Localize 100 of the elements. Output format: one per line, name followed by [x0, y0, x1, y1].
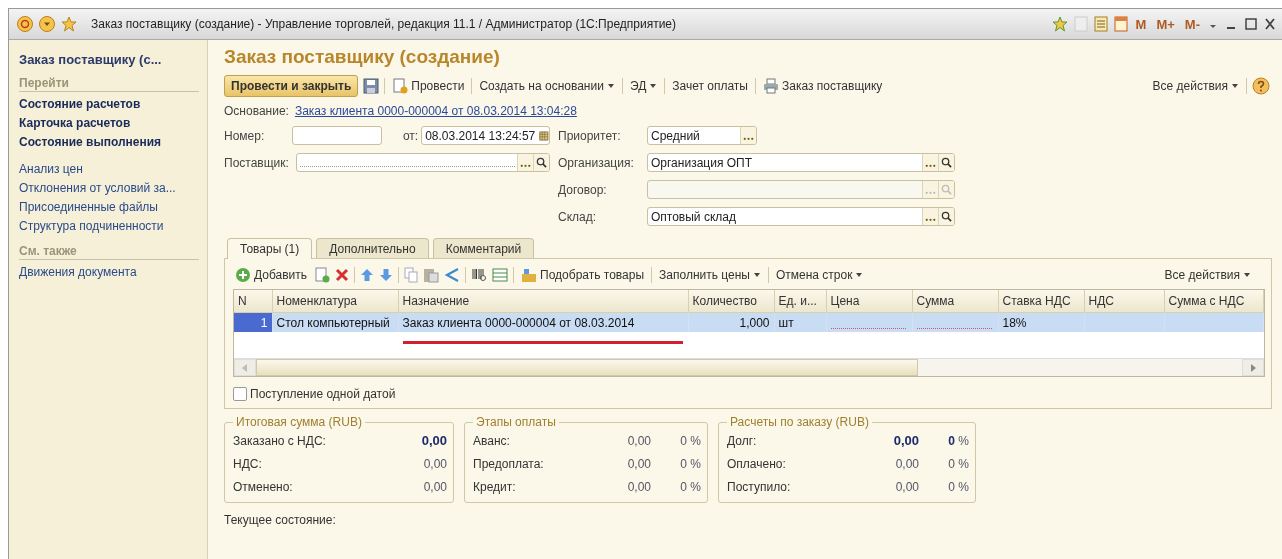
close-icon[interactable]: [1264, 16, 1276, 32]
date-field[interactable]: 08.03.2014 13:24:57: [421, 126, 550, 145]
summary-value: 0,00: [892, 433, 919, 448]
sidebar-link[interactable]: Состояние выполнения: [19, 133, 207, 152]
sidebar-title: Заказ поставщику (с...: [19, 52, 163, 67]
star-icon[interactable]: [1051, 16, 1068, 32]
add-button[interactable]: Добавить: [233, 267, 310, 283]
sidebar-link[interactable]: Анализ цен: [19, 160, 207, 179]
post-and-close-button[interactable]: Провести и закрыть: [224, 75, 359, 97]
post-button[interactable]: Провести: [390, 78, 467, 94]
menu-button[interactable]: Создать на основании: [477, 79, 617, 93]
scroll-left-icon[interactable]: [241, 363, 249, 372]
toolbar-button[interactable]: Зачет оплаты: [670, 79, 750, 93]
all-actions-menu[interactable]: Все действия: [1150, 79, 1241, 93]
basis-link[interactable]: Заказ клиента 0000-000004 от 08.03.2014 13:04:28: [294, 104, 577, 118]
search-icon[interactable]: [938, 208, 954, 225]
sidebar-link[interactable]: Состояние расчетов: [19, 95, 207, 114]
summary-label: Долг:: [727, 433, 758, 448]
table-cell: 1,000: [739, 315, 770, 330]
maximize-icon[interactable]: [1244, 16, 1258, 32]
column-header[interactable]: Назначение: [398, 290, 688, 313]
column-header[interactable]: Количество: [688, 290, 774, 313]
more-icon[interactable]: [517, 154, 533, 171]
column-header[interactable]: Ед. и...: [774, 290, 826, 313]
priority-field[interactable]: Средний: [647, 126, 757, 145]
column-header[interactable]: N: [234, 290, 272, 313]
more-icon[interactable]: [740, 127, 756, 144]
checkbox[interactable]: [233, 387, 247, 401]
scroll-right-icon[interactable]: [1249, 363, 1257, 372]
column-header[interactable]: Сумма с НДС: [1164, 290, 1264, 313]
memory-button[interactable]: M-: [1182, 16, 1202, 32]
more-icon[interactable]: [922, 208, 938, 225]
plus-icon: [235, 267, 251, 283]
summary-value: 0,00: [422, 456, 447, 471]
sidebar-link[interactable]: Отклонения от условий за...: [19, 179, 207, 198]
calculator-icon[interactable]: [1093, 16, 1108, 32]
percent-value: 0 %: [947, 456, 969, 471]
menu-button[interactable]: ЭД: [627, 79, 660, 93]
calendar-icon[interactable]: [1113, 16, 1128, 32]
print-button[interactable]: Заказ поставщику: [761, 78, 885, 94]
search-icon[interactable]: [533, 154, 549, 171]
summary-value: 0,00: [626, 433, 651, 448]
share-icon[interactable]: [444, 267, 461, 283]
summary-value: 0,00: [422, 479, 447, 494]
field-label: Поставщик:: [224, 155, 290, 170]
percent-value: 0 %: [947, 479, 969, 494]
memory-button[interactable]: M+: [1154, 16, 1177, 32]
input-field[interactable]: Организация ОПТ: [647, 153, 955, 172]
field-label: Приоритет:: [558, 128, 622, 143]
sidebar-heading: Перейти: [19, 76, 199, 92]
document-plus-icon[interactable]: [314, 267, 331, 283]
printer-icon: [763, 78, 779, 94]
sidebar-link[interactable]: Структура подчиненности: [19, 217, 207, 236]
sidebar-link[interactable]: Движения документа: [19, 263, 207, 282]
column-header[interactable]: Цена: [826, 290, 912, 313]
tab[interactable]: Товары (1): [227, 238, 313, 259]
document-icon: [392, 78, 409, 94]
column-header[interactable]: Ставка НДС: [998, 290, 1084, 313]
caret-icon: [855, 272, 864, 278]
number-field[interactable]: [292, 126, 382, 145]
percent-value: 0 %: [679, 456, 701, 471]
sidebar-link[interactable]: Присоединенные файлы: [19, 198, 207, 217]
column-header[interactable]: НДС: [1084, 290, 1164, 313]
summary-label: Заказано с НДС:: [233, 433, 327, 448]
caret-icon: [752, 272, 761, 278]
summary-label: НДС:: [233, 456, 263, 471]
arrow-down-icon[interactable]: [379, 268, 394, 282]
paste-icon[interactable]: [423, 267, 440, 283]
supplier-field[interactable]: [296, 153, 550, 172]
dropdown-icon[interactable]: [39, 16, 55, 32]
summary-label: Поступило:: [727, 479, 792, 494]
all-actions-menu[interactable]: Все действия: [1162, 268, 1253, 282]
barcode-icon[interactable]: [471, 267, 488, 283]
field-label: Склад:: [558, 209, 598, 224]
copy-icon[interactable]: [404, 267, 419, 283]
help-icon[interactable]: [1252, 77, 1270, 95]
calendar-icon[interactable]: [539, 129, 549, 142]
input-field[interactable]: Оптовый склад: [647, 207, 955, 226]
tab[interactable]: Комментарий: [432, 238, 535, 258]
tab[interactable]: Дополнительно: [316, 238, 429, 258]
column-header[interactable]: Сумма: [912, 290, 998, 313]
logo-icon[interactable]: [17, 16, 33, 32]
percent-value: 0 %: [947, 433, 969, 448]
scrollbar-thumb[interactable]: [256, 359, 918, 376]
menu-button[interactable]: Отмена строк: [773, 268, 866, 282]
box-icon: [521, 267, 538, 283]
more-icon[interactable]: [922, 154, 938, 171]
pick-goods-button[interactable]: Подобрать товары: [519, 267, 647, 283]
star-icon[interactable]: [61, 16, 77, 32]
summary-value: 0,00: [626, 456, 651, 471]
delete-icon[interactable]: [335, 268, 350, 282]
sidebar-link[interactable]: Карточка расчетов: [19, 114, 207, 133]
memory-button[interactable]: M: [1133, 16, 1149, 32]
column-header[interactable]: Номенклатура: [272, 290, 398, 313]
arrow-up-icon[interactable]: [360, 268, 375, 282]
group-title: Этапы оплаты: [475, 415, 557, 429]
window-title: Заказ поставщику (создание) - Управление торговлей, редакция 11.1 / Администратор (1С:Предприятие): [91, 17, 677, 31]
save-icon[interactable]: [363, 78, 380, 94]
search-icon[interactable]: [938, 154, 954, 171]
menu-button[interactable]: Заполнить цены: [657, 268, 763, 282]
